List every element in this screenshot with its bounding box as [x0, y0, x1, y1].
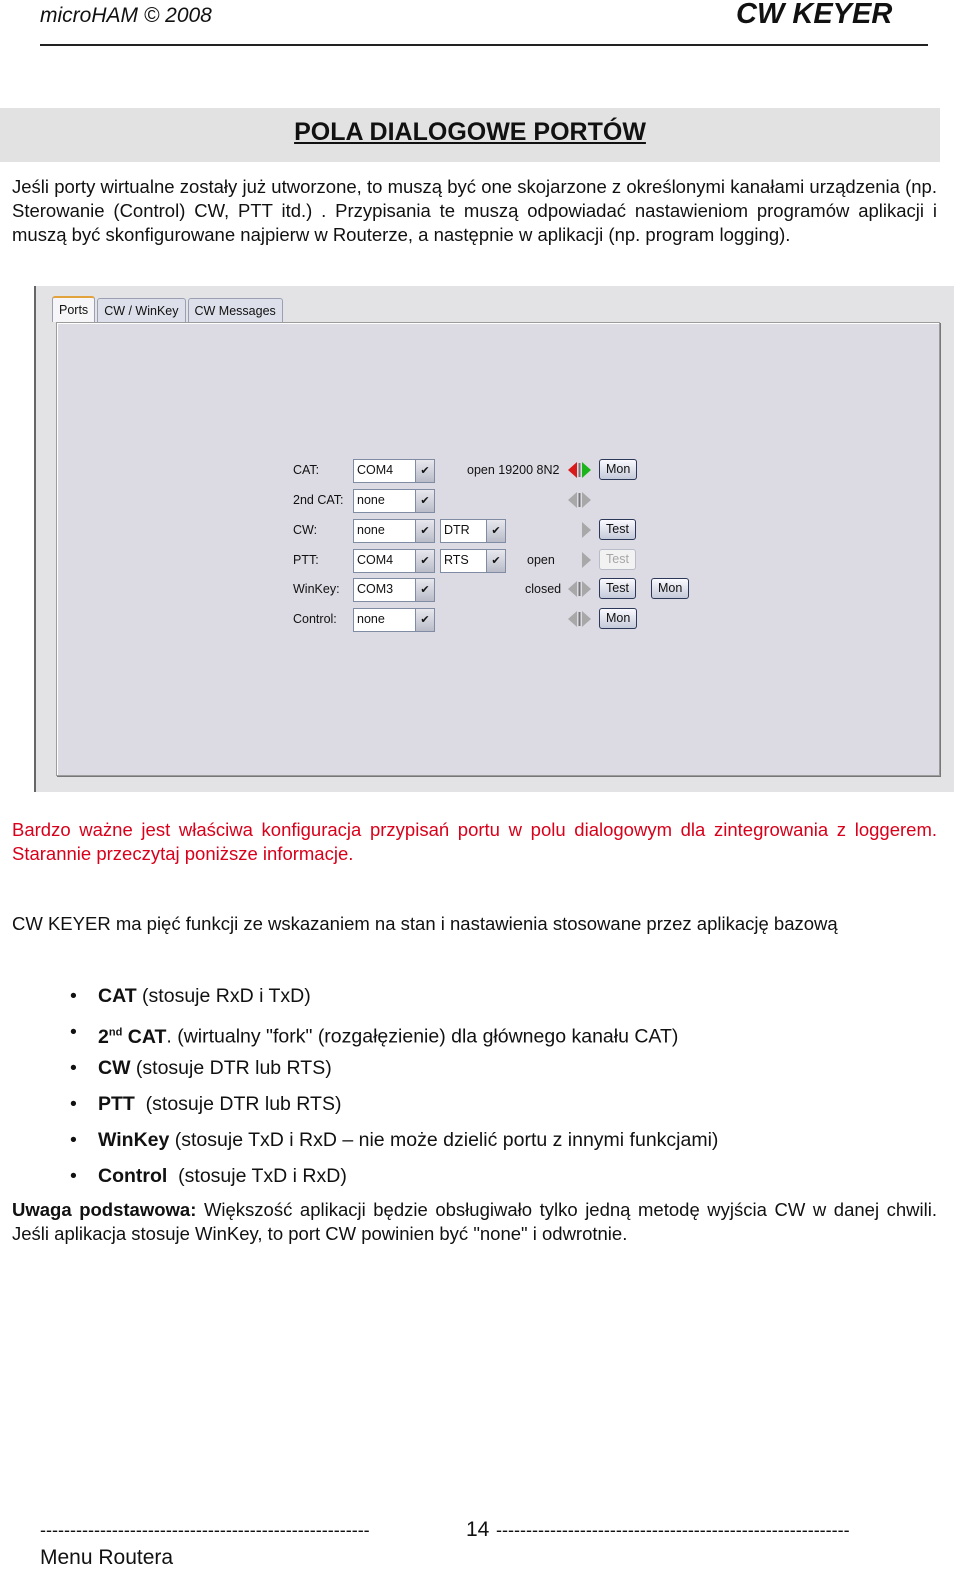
function-name-rest: CAT: [122, 1025, 167, 1048]
function-name: CAT: [98, 985, 137, 1007]
function-name: Control: [98, 1165, 168, 1187]
control-activity-led-icon: [568, 611, 591, 627]
chevron-down-icon: ✔: [415, 520, 434, 542]
function-desc: (stosuje DTR lub RTS): [130, 1057, 332, 1079]
cw-line-value: DTR: [444, 523, 470, 537]
chevron-down-icon: ✔: [415, 490, 434, 512]
bullet-icon: •: [70, 1129, 77, 1151]
ports-panel: CAT: COM4 ✔ open 19200 8N2 Mon 2nd CAT: n…: [56, 322, 940, 776]
intro-paragraph: Jeśli porty wirtualne zostały już utworz…: [12, 176, 937, 245]
cw-line-select[interactable]: DTR ✔: [440, 519, 506, 543]
cw-port-select[interactable]: none ✔: [353, 519, 435, 543]
header-copyright: microHAM © 2008: [40, 4, 212, 27]
warning-paragraph: Bardzo ważne jest właściwa konfiguracja …: [12, 819, 937, 864]
function-name: 2: [98, 1025, 109, 1048]
cat-label: CAT:: [293, 463, 320, 477]
function-desc: (stosuje RxD i TxD): [136, 985, 311, 1007]
cat-status: open 19200 8N2: [467, 463, 560, 477]
ports-dialog-screenshot: Ports CW / WinKey CW Messages CAT: COM4 ✔…: [34, 286, 954, 792]
page-number: 14: [466, 1518, 490, 1541]
cat-port-select[interactable]: COM4 ✔: [353, 459, 435, 483]
bullet-icon: •: [70, 1165, 77, 1187]
section-title: POLA DIALOGOWE PORTÓW: [294, 118, 646, 146]
function-desc: (stosuje DTR lub RTS): [134, 1093, 342, 1115]
bullet-icon: •: [70, 1057, 77, 1079]
chevron-down-icon: ✔: [486, 520, 505, 542]
cw-label: CW:: [293, 523, 318, 537]
winkey-test-button[interactable]: Test: [599, 578, 636, 599]
tab-cw-messages[interactable]: CW Messages: [187, 298, 283, 324]
ptt-status: open: [527, 553, 555, 567]
winkey-port-value: COM3: [357, 582, 394, 596]
bullet-icon: •: [70, 1021, 77, 1043]
bullet-icon: •: [70, 985, 77, 1007]
chevron-down-icon: ✔: [415, 579, 434, 601]
winkey-status: closed: [525, 582, 562, 596]
chevron-down-icon: ✔: [415, 460, 434, 482]
cw-port-value: none: [357, 523, 385, 537]
winkey-label: WinKey:: [293, 582, 340, 596]
second-cat-label: 2nd CAT:: [293, 493, 344, 507]
functions-intro: CW KEYER ma pięć funkcji ze wskazaniem n…: [12, 913, 838, 934]
function-desc: (stosuje TxD i RxD): [167, 1165, 347, 1187]
chevron-down-icon: ✔: [415, 609, 434, 631]
function-desc: . (wirtualny "fork" (rozgałęzienie) dla …: [166, 1025, 679, 1048]
ptt-port-select[interactable]: COM4 ✔: [353, 549, 435, 573]
chevron-down-icon: ✔: [486, 550, 505, 572]
cat-mon-button[interactable]: Mon: [599, 459, 638, 480]
second-cat-port-select[interactable]: none ✔: [353, 489, 435, 513]
ptt-line-value: RTS: [444, 553, 469, 567]
chevron-down-icon: ✔: [415, 550, 434, 572]
note-paragraph: Uwaga podstawowa: Większość aplikacji bę…: [12, 1198, 937, 1246]
bullet-icon: •: [70, 1093, 77, 1115]
tab-cw-winkey[interactable]: CW / WinKey: [97, 298, 186, 324]
cat-activity-led-icon: [568, 462, 591, 478]
function-name: WinKey: [98, 1129, 170, 1151]
winkey-port-select[interactable]: COM3 ✔: [353, 578, 435, 602]
cw-test-button[interactable]: Test: [599, 519, 636, 540]
footer-dashes-left: ----------------------------------------…: [40, 1520, 370, 1540]
ptt-port-value: COM4: [357, 553, 394, 567]
note-label: Uwaga podstawowa:: [12, 1199, 197, 1220]
ptt-line-select[interactable]: RTS ✔: [440, 549, 506, 573]
cw-activity-led-icon: [582, 522, 591, 538]
dialog-tabs: Ports CW / WinKey CW Messages: [52, 296, 285, 324]
control-port-select[interactable]: none ✔: [353, 608, 435, 632]
footer-section: Menu Routera: [40, 1546, 174, 1569]
ptt-activity-led-icon: [582, 552, 591, 568]
cat-port-value: COM4: [357, 463, 394, 477]
function-name: PTT: [98, 1093, 135, 1115]
function-name-sup: nd: [108, 1026, 123, 1038]
tab-ports[interactable]: Ports: [52, 296, 96, 322]
second-cat-port-value: none: [357, 493, 385, 507]
function-desc: (stosuje TxD i RxD – nie może dzielić po…: [169, 1129, 719, 1151]
header-product: CW KEYER: [736, 0, 893, 30]
function-name: CW: [98, 1057, 131, 1079]
ptt-test-button[interactable]: Test: [599, 549, 636, 570]
control-label: Control:: [293, 612, 337, 626]
second-cat-activity-led-icon: [568, 492, 591, 508]
winkey-activity-led-icon: [568, 581, 591, 597]
footer-dashes-right: ----------------------------------------…: [496, 1520, 850, 1540]
header-rule: [40, 44, 928, 46]
ptt-label: PTT:: [293, 553, 319, 567]
control-port-value: none: [357, 612, 385, 626]
control-mon-button[interactable]: Mon: [599, 608, 638, 629]
winkey-mon-button[interactable]: Mon: [651, 578, 690, 599]
